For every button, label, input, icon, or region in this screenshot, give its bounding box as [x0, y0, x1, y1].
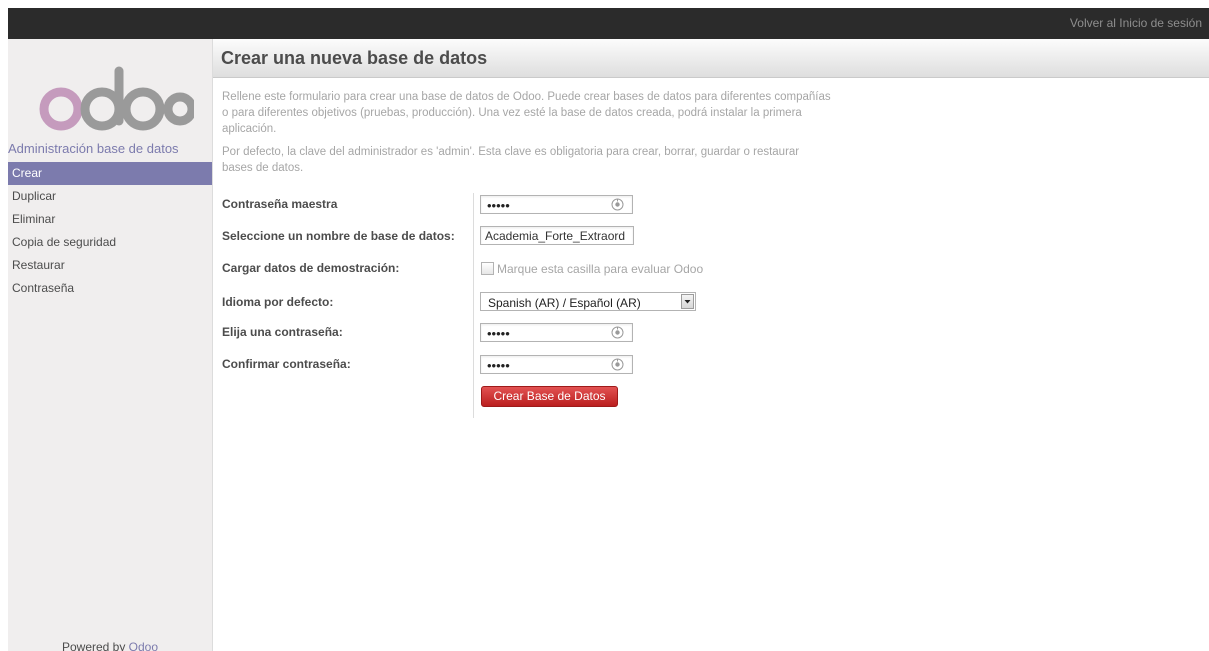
select-arrow[interactable]	[681, 294, 694, 309]
confirm-password-label: Confirmar contraseña:	[222, 357, 351, 371]
sidebar: Administración base de datos Crear Dupli…	[8, 39, 213, 651]
sidebar-item-duplicar[interactable]: Duplicar	[8, 185, 212, 208]
odoo-logo	[39, 66, 194, 131]
sidebar-item-copia-de-seguridad[interactable]: Copia de seguridad	[8, 231, 212, 254]
password-label: Elija una contraseña:	[222, 325, 343, 339]
demo-data-row: Marque esta casilla para evaluar Odoo	[481, 262, 703, 276]
password-value: •••••	[487, 326, 510, 341]
page-title: Crear una nueva base de datos	[221, 48, 488, 68]
password-field[interactable]: •••••	[480, 323, 633, 342]
db-name-input[interactable]	[481, 227, 633, 244]
master-password-label: Contraseña maestra	[222, 197, 338, 211]
demo-data-checkbox[interactable]	[481, 262, 494, 275]
page: Volver al Inicio de sesión Administració…	[0, 0, 1209, 651]
chevron-down-icon	[684, 300, 691, 304]
powered-by-text: Powered by	[61, 640, 129, 651]
sidebar-item-eliminar[interactable]: Eliminar	[8, 208, 212, 231]
confirm-password-value: •••••	[487, 358, 510, 373]
header-bar: Crear una nueva base de datos	[213, 39, 1209, 78]
intro-text: Rellene este formulario para crear una b…	[222, 89, 832, 183]
master-password-value: •••••	[487, 198, 510, 213]
language-label: Idioma por defecto:	[222, 295, 334, 309]
form-divider	[473, 193, 474, 418]
db-name-label: Seleccione un nombre de base de datos:	[222, 229, 455, 243]
eye-icon[interactable]	[611, 326, 624, 339]
top-bar: Volver al Inicio de sesión	[8, 8, 1209, 39]
powered-by-odoo-link[interactable]: Odoo	[129, 640, 158, 651]
demo-data-label: Cargar datos de demostración:	[222, 261, 400, 275]
intro-paragraph-2: Por defecto, la clave del administrador …	[222, 146, 800, 174]
db-name-field[interactable]	[480, 226, 634, 245]
powered-by: Powered by Odoo	[8, 640, 212, 651]
eye-icon[interactable]	[611, 198, 624, 211]
sidebar-item-contrasena[interactable]: Contraseña	[8, 277, 212, 300]
sidebar-heading: Administración base de datos	[8, 141, 179, 156]
confirm-password-field[interactable]: •••••	[480, 355, 633, 374]
sidebar-menu: Crear Duplicar Eliminar Copia de segurid…	[8, 162, 212, 300]
eye-icon[interactable]	[611, 358, 624, 371]
intro-paragraph-1: Rellene este formulario para crear una b…	[222, 91, 831, 135]
create-database-button[interactable]: Crear Base de Datos	[481, 386, 618, 407]
master-password-field[interactable]: •••••	[480, 195, 633, 214]
demo-data-checkbox-text: Marque esta casilla para evaluar Odoo	[497, 262, 704, 276]
sidebar-item-restaurar[interactable]: Restaurar	[8, 254, 212, 277]
language-select-value: Spanish (AR) / Español (AR)	[488, 296, 641, 310]
language-select[interactable]: Spanish (AR) / Español (AR)	[480, 292, 696, 311]
sidebar-item-crear[interactable]: Crear	[8, 162, 212, 185]
back-to-login-link[interactable]: Volver al Inicio de sesión	[1070, 16, 1202, 30]
